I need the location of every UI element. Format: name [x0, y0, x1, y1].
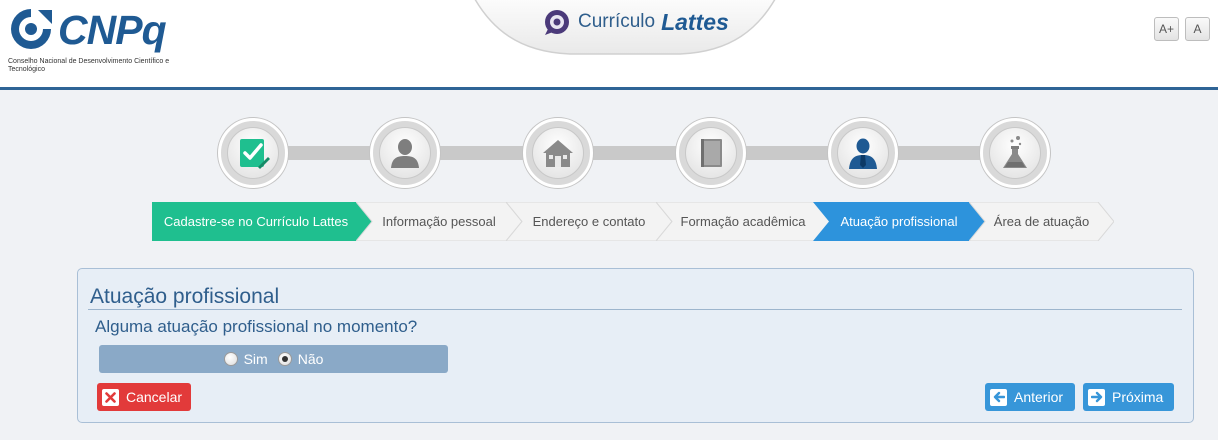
step-circle-education[interactable] — [676, 118, 746, 188]
step-circle-area[interactable] — [980, 118, 1050, 188]
breadcrumb-label-professional: Atuação profissional — [840, 214, 958, 229]
professional-activity-panel: Atuação profissional Alguma atuação prof… — [77, 268, 1194, 423]
step-breadcrumb: Cadastre-se no Currículo Lattes Informaç… — [152, 202, 1114, 241]
answer-radio-group: Sim Não — [99, 345, 448, 373]
radio-nao[interactable] — [277, 352, 292, 366]
flask-icon — [1003, 136, 1027, 168]
header: CNPq Conselho Nacional de Desenvolviment… — [0, 0, 1218, 90]
font-reset-button[interactable]: A — [1185, 17, 1210, 41]
question-label: Alguma atuação profissional no momento? — [95, 317, 418, 336]
step-circle-professional[interactable] — [828, 118, 898, 188]
house-icon — [543, 140, 573, 167]
breadcrumb-label-education: Formação acadêmica — [680, 214, 806, 229]
breadcrumb-step-area[interactable]: Área de atuação — [969, 202, 1114, 241]
arrow-right-icon — [1088, 388, 1105, 406]
cnpq-emblem-icon — [11, 9, 52, 49]
logo-wordmark: CNPq — [58, 7, 167, 53]
close-icon — [102, 388, 119, 406]
previous-button[interactable]: Anterior — [985, 383, 1075, 411]
breadcrumb-step-register[interactable]: Cadastre-se no Currículo Lattes — [152, 202, 372, 241]
previous-button-label: Anterior — [1014, 389, 1064, 405]
radio-sim[interactable] — [223, 352, 238, 366]
option-nao-label: Não — [297, 351, 324, 367]
next-button[interactable]: Próxima — [1083, 383, 1174, 411]
breadcrumb-label-area: Área de atuação — [993, 214, 1090, 229]
option-sim-label: Sim — [243, 351, 268, 367]
breadcrumb-step-address[interactable]: Endereço e contato — [506, 202, 672, 241]
breadcrumb-label-register: Cadastre-se no Currículo Lattes — [163, 214, 349, 229]
step-progress-icons — [218, 118, 1058, 188]
step-circle-personal-info[interactable] — [370, 118, 440, 188]
panel-divider — [88, 309, 1182, 310]
cancel-button-label: Cancelar — [126, 389, 183, 405]
book-icon — [701, 139, 722, 167]
breadcrumb-label-personal-info: Informação pessoal — [382, 214, 496, 229]
cancel-button[interactable]: Cancelar — [97, 383, 191, 411]
lattes-logo-icon — [545, 10, 569, 35]
font-increase-button[interactable]: A+ — [1154, 17, 1179, 41]
arrow-left-icon — [990, 388, 1007, 406]
person-icon — [391, 139, 419, 168]
breadcrumb-step-education[interactable]: Formação acadêmica — [656, 202, 830, 241]
app-title-curriculo: Currículo — [578, 11, 656, 32]
professional-icon — [849, 138, 877, 169]
option-nao[interactable]: Não — [277, 351, 324, 367]
font-size-controls: A+ A — [1154, 17, 1210, 41]
register-check-icon — [240, 139, 270, 169]
app-title-lattes: Lattes — [661, 8, 729, 35]
option-sim[interactable]: Sim — [223, 351, 268, 367]
step-circle-register[interactable] — [218, 118, 288, 188]
breadcrumb-label-address: Endereço e contato — [532, 214, 646, 229]
next-button-label: Próxima — [1112, 389, 1164, 405]
panel-title: Atuação profissional — [90, 285, 280, 308]
logo-subtitle: Conselho Nacional de Desenvolvimento Cie… — [8, 58, 170, 73]
step-circle-address[interactable] — [523, 118, 593, 188]
breadcrumb-step-professional[interactable]: Atuação profissional — [813, 202, 985, 241]
app-title: Currículo Lattes — [542, 4, 729, 40]
breadcrumb-step-personal-info[interactable]: Informação pessoal — [356, 202, 522, 241]
